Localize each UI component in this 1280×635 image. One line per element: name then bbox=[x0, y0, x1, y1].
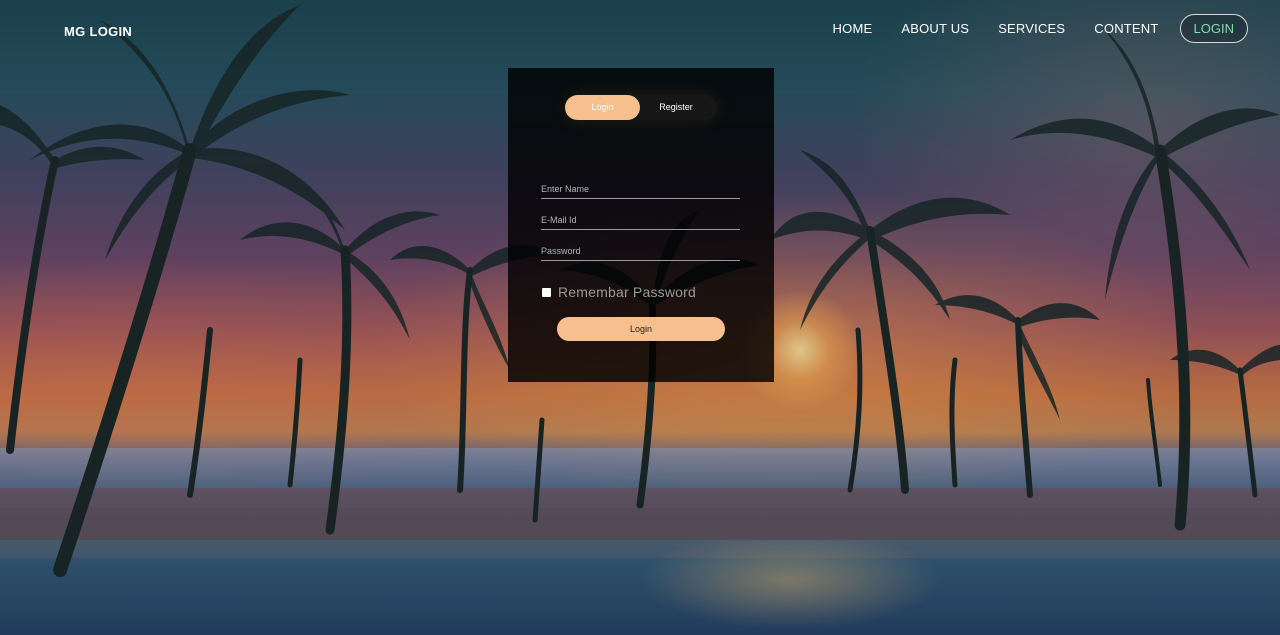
password-input[interactable] bbox=[541, 242, 740, 261]
remember-checkbox[interactable] bbox=[542, 287, 551, 297]
auth-toggle: Login Register bbox=[565, 95, 717, 120]
toggle-login-button[interactable]: Login bbox=[565, 95, 640, 120]
login-submit-button[interactable]: Login bbox=[557, 317, 725, 341]
email-input[interactable] bbox=[541, 211, 740, 230]
nav-services[interactable]: SERVICES bbox=[998, 15, 1065, 42]
name-input[interactable] bbox=[541, 180, 740, 199]
page: MG LOGIN HOME ABOUT US SERVICES CONTENT … bbox=[0, 0, 1280, 635]
nav-login-button[interactable]: LOGIN bbox=[1179, 14, 1248, 43]
top-nav: HOME ABOUT US SERVICES CONTENT LOGIN bbox=[804, 14, 1248, 43]
brand-logo[interactable]: MG LOGIN bbox=[64, 24, 132, 39]
remember-row: Remembar Password bbox=[542, 284, 696, 300]
remember-label: Remembar Password bbox=[558, 284, 696, 300]
nav-home[interactable]: HOME bbox=[833, 15, 873, 42]
nav-content[interactable]: CONTENT bbox=[1094, 15, 1158, 42]
nav-about-us[interactable]: ABOUT US bbox=[901, 15, 969, 42]
toggle-register-button[interactable]: Register bbox=[637, 95, 715, 120]
login-card: Login Register Remembar Password Login bbox=[508, 68, 774, 382]
